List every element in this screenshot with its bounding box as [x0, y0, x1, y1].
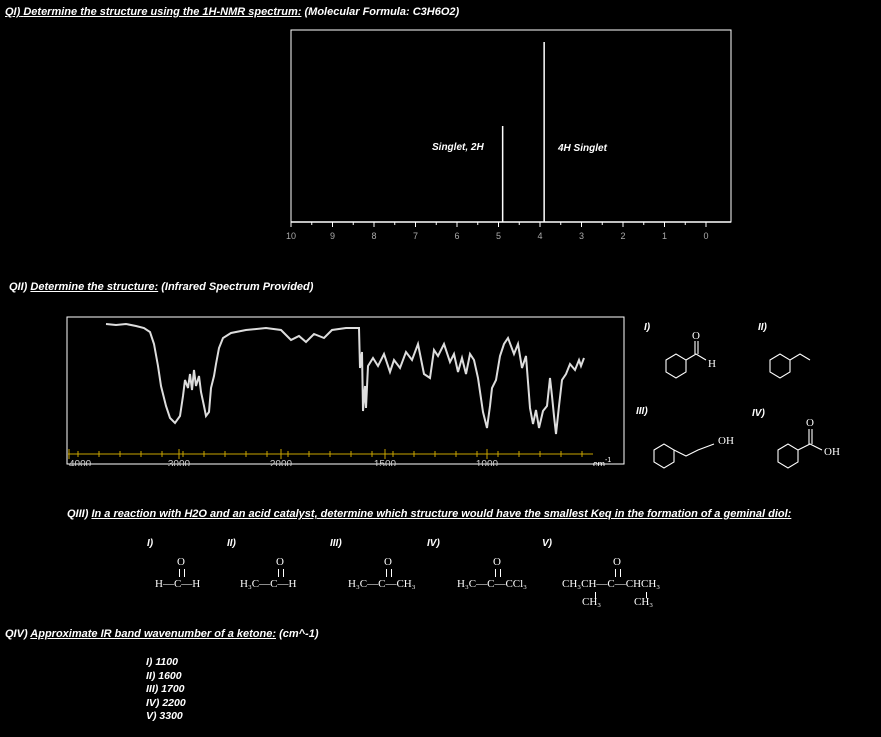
q3-option-2-oxygen: O [276, 556, 284, 568]
q3-option-5-double-bond [615, 569, 621, 577]
q3-option-5-formula[interactable]: CH₃CH—C—CHCH₃ [562, 578, 660, 590]
nmr-tick-label: 6 [454, 231, 459, 241]
q3-option-4-double-bond [495, 569, 501, 577]
ir-tick-label: 3000 [168, 459, 191, 466]
nmr-tick-label: 9 [330, 231, 335, 241]
nmr-tick-label: 10 [286, 231, 296, 241]
nmr-tick-label: 7 [413, 231, 418, 241]
q2-option-1-atom: H [708, 358, 716, 370]
nmr-peak-label-1: Singlet, 2H [432, 142, 484, 153]
nmr-tick-label: 0 [703, 231, 708, 241]
q2-option-4-atom: OH [824, 446, 840, 458]
q3-option-5-label[interactable]: V) [542, 538, 552, 549]
q3-option-3-label[interactable]: III) [330, 538, 342, 549]
ir-tick-label: 4000 [69, 459, 92, 466]
q3-option-1-double-bond [179, 569, 185, 577]
q3-option-2-double-bond [278, 569, 284, 577]
ir-tick-label: 2000 [270, 459, 293, 466]
q2-option-4-label[interactable]: IV) [752, 408, 765, 419]
q4-option-5[interactable]: V) 3300 [146, 710, 186, 724]
q3-option-2-formula[interactable]: H₃C—C—H [240, 578, 296, 590]
q3-option-1-label[interactable]: I) [147, 538, 153, 549]
q2-option-1-label[interactable]: I) [644, 322, 651, 333]
q2-option-3-label[interactable]: III) [636, 406, 648, 417]
q3-option-1-oxygen: O [177, 556, 185, 568]
q2-option-3-atom: OH [718, 435, 734, 447]
q2-options: I) O H II) III) OH IV) O OH [636, 322, 840, 469]
nmr-tick-label: 4 [537, 231, 542, 241]
nmr-peak-label-2: 4H Singlet [557, 143, 608, 154]
ethylbenzene-structure[interactable] [769, 353, 811, 379]
ir-unit: cm-1 [593, 457, 611, 466]
q3-option-3-formula[interactable]: H₃C—C—CH₃ [348, 578, 416, 590]
q3-option-2-label[interactable]: II) [227, 538, 236, 549]
q4-options: I) 1100 II) 1600 III) 1700 IV) 2200 V) 3… [146, 656, 186, 724]
nmr-tick-label: 5 [496, 231, 501, 241]
q3-option-3-oxygen: O [384, 556, 392, 568]
nmr-tick-label: 2 [620, 231, 625, 241]
q4-option-2[interactable]: II) 1600 [146, 670, 186, 684]
ir-tick-label: 1500 [374, 459, 397, 466]
q3-option-4-oxygen: O [493, 556, 501, 568]
q3-option-4-formula[interactable]: H₃C—C—CCl₃ [457, 578, 527, 590]
nmr-frame [290, 29, 732, 223]
nmr-tick-label: 8 [371, 231, 376, 241]
q3-option-5-methyl-2: CH₃ [634, 596, 654, 608]
q4-option-4[interactable]: IV) 2200 [146, 697, 186, 711]
nmr-tick-label: 3 [579, 231, 584, 241]
q1-heading: QI) Determine the structure using the 1H… [5, 6, 460, 18]
benzaldehyde-structure[interactable] [665, 341, 707, 379]
nmr-tick-label: 1 [662, 231, 667, 241]
q3-option-5-methyl-1: CH₃ [582, 596, 602, 608]
q2-option-1-oxygen: O [692, 330, 700, 342]
q2-heading: QII) Determine the structure: (Infrared … [9, 281, 314, 293]
q3-option-3-double-bond [386, 569, 392, 577]
q3-option-5-oxygen: O [613, 556, 621, 568]
nmr-spectrum: 10 9 8 7 6 5 4 3 2 1 0 Singlet, 2H 4H Singlet [286, 29, 732, 241]
phenylethanol-structure[interactable] [653, 443, 715, 469]
q4-option-1[interactable]: I) 1100 [146, 656, 186, 670]
ir-frame [66, 316, 625, 465]
q2-option-4-oxygen: O [806, 417, 814, 429]
benzoic-acid-structure[interactable] [777, 429, 823, 469]
q2-option-2-label[interactable]: II) [758, 322, 768, 333]
q3-option-4-label[interactable]: IV) [427, 538, 440, 549]
q4-heading: QIV) Approximate IR band wavenumber of a… [5, 628, 319, 640]
ir-spectrum: 4000 3000 2000 1500 1000 cm-1 [66, 316, 625, 466]
q3-option-1-formula[interactable]: H—C—H [155, 578, 200, 590]
q4-option-3[interactable]: III) 1700 [146, 683, 186, 697]
ir-tick-label: 1000 [476, 459, 499, 466]
nmr-axis: 10 9 8 7 6 5 4 3 2 1 0 [286, 222, 709, 241]
q3-heading: QIII) In a reaction with H2O and an acid… [67, 508, 792, 520]
